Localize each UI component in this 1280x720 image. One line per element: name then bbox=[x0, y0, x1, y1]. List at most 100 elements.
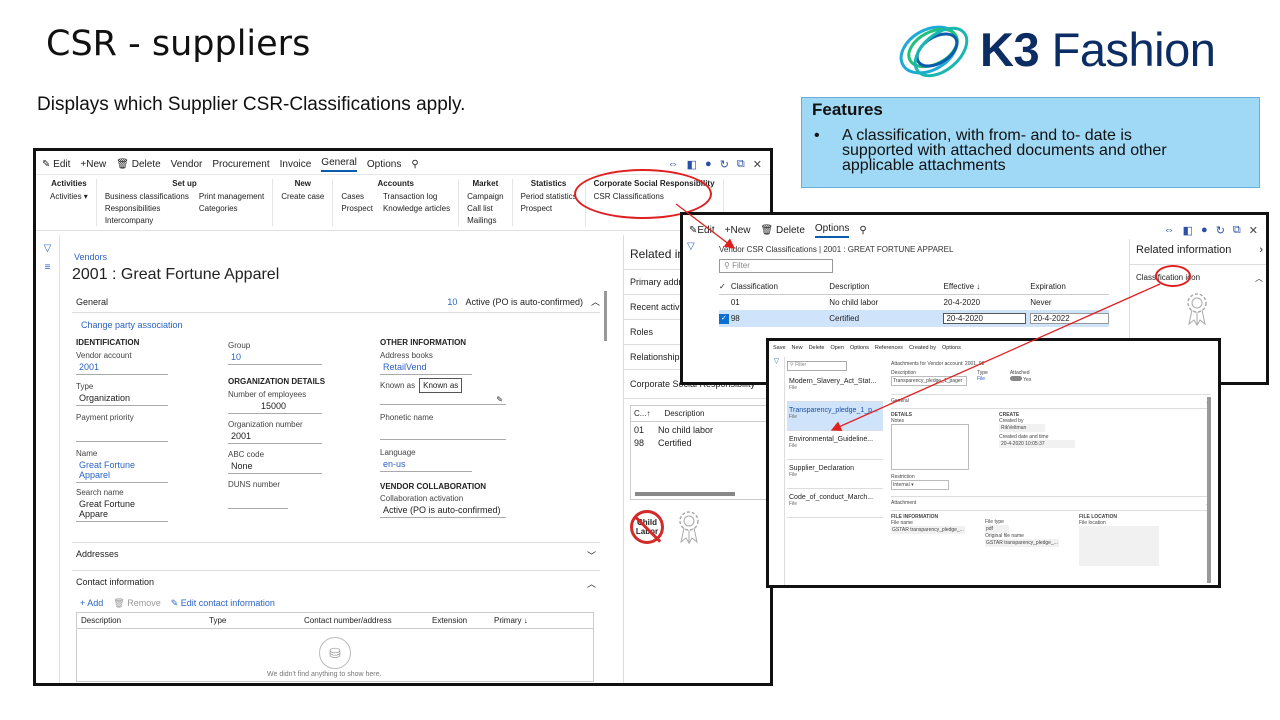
table-row[interactable]: ✓ 98 Certified 20-4-2020 20-4-2022 bbox=[719, 310, 1109, 327]
edit-button[interactable]: ✎ Edit bbox=[42, 159, 70, 170]
tab-vendor[interactable]: Vendor bbox=[171, 159, 203, 170]
breadcrumb[interactable]: Vendors bbox=[74, 252, 107, 262]
filter-icon[interactable]: ▽ bbox=[687, 241, 695, 252]
remove-contact-button[interactable]: 🗑 Remove bbox=[113, 598, 160, 609]
edit-button[interactable]: ✎Edit bbox=[689, 225, 715, 236]
toolbar-button[interactable]: References bbox=[875, 345, 903, 351]
scrollbar[interactable] bbox=[604, 291, 607, 341]
office-icon[interactable]: ◧ bbox=[687, 158, 697, 171]
language-field[interactable]: en-us bbox=[380, 457, 472, 472]
column-header[interactable]: Contact number/address bbox=[304, 616, 432, 625]
payment-priority-field[interactable] bbox=[76, 428, 168, 442]
filter-icon[interactable]: ▽ bbox=[769, 357, 784, 365]
row-checkbox[interactable]: ✓ bbox=[719, 313, 729, 324]
toolbar-button[interactable]: Open bbox=[830, 345, 843, 351]
list-item[interactable]: Supplier_Declaration File bbox=[787, 460, 883, 489]
ribbon-item[interactable]: Prospect bbox=[341, 203, 373, 215]
close-icon[interactable]: ✕ bbox=[753, 158, 762, 171]
column-header[interactable]: Description bbox=[829, 282, 943, 291]
contact-info-section[interactable]: Contact information ︿ bbox=[72, 570, 600, 596]
ribbon-item[interactable]: Intercompany bbox=[105, 215, 189, 227]
column-header[interactable]: Description bbox=[81, 616, 209, 625]
change-party-link[interactable]: Change party association bbox=[81, 320, 183, 330]
column-header[interactable]: Expiration bbox=[1030, 282, 1109, 291]
ribbon-item[interactable]: Print management bbox=[199, 191, 264, 203]
chevron-up-icon[interactable]: ︿ bbox=[587, 577, 596, 590]
tab-options[interactable]: Options bbox=[367, 159, 401, 170]
attachment-section[interactable]: Attachment︿ bbox=[891, 496, 1211, 511]
column-header[interactable]: Extension bbox=[432, 616, 494, 625]
search-icon[interactable]: ⚲ bbox=[859, 225, 866, 236]
notification-icon[interactable]: ● bbox=[1201, 224, 1208, 237]
csr-row[interactable]: 01 No child labor bbox=[631, 422, 769, 438]
edit-contact-button[interactable]: ✎ Edit contact information bbox=[171, 598, 275, 609]
delete-button[interactable]: 🗑 Delete bbox=[760, 225, 804, 236]
office-icon[interactable]: ◧ bbox=[1183, 224, 1193, 237]
column-header[interactable]: Effective ↓ bbox=[944, 282, 1031, 291]
notes-field[interactable] bbox=[891, 424, 969, 470]
toolbar-button[interactable]: Options bbox=[850, 345, 869, 351]
scrollbar[interactable] bbox=[635, 492, 735, 496]
employees-field[interactable]: 15000 bbox=[228, 399, 322, 414]
new-button[interactable]: +New bbox=[725, 225, 751, 236]
chevron-right-icon[interactable]: › bbox=[1259, 244, 1263, 256]
filter-input[interactable]: ⚲ Filter bbox=[787, 361, 847, 371]
tab-invoice[interactable]: Invoice bbox=[280, 159, 312, 170]
phonetic-field[interactable] bbox=[380, 426, 506, 440]
list-item[interactable]: Transparency_pledge_1_p... File bbox=[787, 402, 883, 431]
toolbar-button[interactable]: Options bbox=[942, 345, 961, 351]
general-section-header[interactable]: General 10 Active (PO is auto-confirmed)… bbox=[72, 291, 600, 313]
select-all-checkbox[interactable]: ✓ bbox=[719, 282, 731, 291]
scrollbar[interactable] bbox=[1207, 397, 1211, 583]
link-icon[interactable]: ⇔ bbox=[668, 158, 679, 171]
toolbar-button[interactable]: Save bbox=[773, 345, 786, 351]
vendor-account-field[interactable]: 2001 bbox=[76, 360, 168, 375]
add-contact-button[interactable]: + Add bbox=[80, 598, 103, 609]
org-number-field[interactable]: 2001 bbox=[228, 429, 322, 444]
address-books-field[interactable]: RetailVend bbox=[380, 360, 472, 375]
filter-icon[interactable]: ▽ bbox=[36, 243, 59, 254]
chevron-up-icon[interactable]: ︿ bbox=[1255, 273, 1263, 284]
ribbon-item[interactable]: Cases bbox=[341, 191, 373, 203]
column-header[interactable]: Primary ↓ bbox=[494, 616, 554, 625]
list-item[interactable]: Environmental_Guideline... File bbox=[787, 431, 883, 460]
ribbon-item[interactable]: Create case bbox=[281, 191, 324, 203]
abc-code-field[interactable]: None bbox=[228, 459, 322, 474]
new-button[interactable]: +New bbox=[80, 159, 106, 170]
notification-icon[interactable]: ● bbox=[705, 158, 712, 171]
ribbon-item[interactable]: Activities ▾ bbox=[50, 191, 88, 203]
csr-row[interactable]: 98 Certified bbox=[631, 438, 769, 448]
close-icon[interactable]: ✕ bbox=[1249, 224, 1258, 237]
collab-activation-field[interactable]: Active (PO is auto-confirmed) bbox=[380, 503, 506, 518]
chevron-down-icon[interactable]: ﹀ bbox=[587, 549, 596, 562]
refresh-icon[interactable]: ↻ bbox=[720, 158, 729, 171]
search-icon[interactable]: ⚲ bbox=[411, 159, 418, 170]
group-field[interactable]: 10 bbox=[228, 350, 322, 365]
search-name-field[interactable]: Great Fortune Appare bbox=[76, 497, 168, 522]
list-item[interactable]: Modern_Slavery_Act_Stat... File bbox=[787, 373, 883, 402]
ribbon-item[interactable]: Responsibilities bbox=[105, 203, 189, 215]
column-header[interactable]: Classification bbox=[731, 282, 829, 291]
restriction-select[interactable]: Internal ▾ bbox=[891, 480, 949, 490]
known-as-field[interactable]: ✎ bbox=[380, 393, 506, 405]
toolbar-button[interactable]: Delete bbox=[809, 345, 825, 351]
ribbon-item[interactable]: Call list bbox=[467, 203, 503, 215]
name-field[interactable]: Great Fortune Apparel bbox=[76, 458, 168, 483]
link-icon[interactable]: ⇔ bbox=[1164, 224, 1175, 237]
ribbon-item[interactable]: Prospect bbox=[521, 203, 577, 215]
type-field[interactable]: Organization bbox=[76, 391, 168, 406]
ribbon-item[interactable]: Knowledge articles bbox=[383, 203, 450, 215]
refresh-icon[interactable]: ↻ bbox=[1216, 224, 1225, 237]
attached-toggle[interactable]: Yes bbox=[1009, 376, 1031, 383]
general-section[interactable]: General︿ bbox=[891, 394, 1211, 409]
type-field[interactable]: File bbox=[977, 376, 988, 382]
popout-icon[interactable]: ⧉ bbox=[737, 158, 745, 171]
tab-general[interactable]: General bbox=[321, 157, 357, 172]
tab-procurement[interactable]: Procurement bbox=[212, 159, 269, 170]
toolbar-button[interactable]: New bbox=[792, 345, 803, 351]
ribbon-item[interactable]: Campaign bbox=[467, 191, 503, 203]
list-icon[interactable]: ≡ bbox=[36, 262, 59, 273]
filter-input[interactable]: ⚲ Filter bbox=[719, 259, 833, 273]
popout-icon[interactable]: ⧉ bbox=[1233, 224, 1241, 237]
table-row[interactable]: 01 No child labor 20-4-2020 Never bbox=[719, 295, 1109, 310]
